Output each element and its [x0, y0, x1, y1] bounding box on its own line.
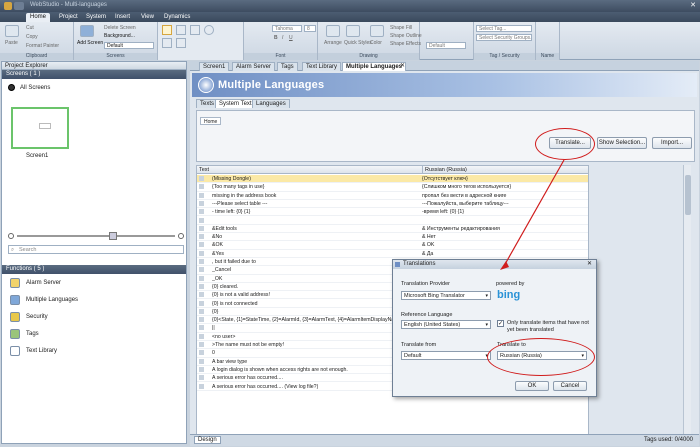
callout-arrow-line: [503, 159, 565, 267]
callout-arrowhead: [500, 261, 509, 270]
callout-arrow: [500, 159, 565, 270]
